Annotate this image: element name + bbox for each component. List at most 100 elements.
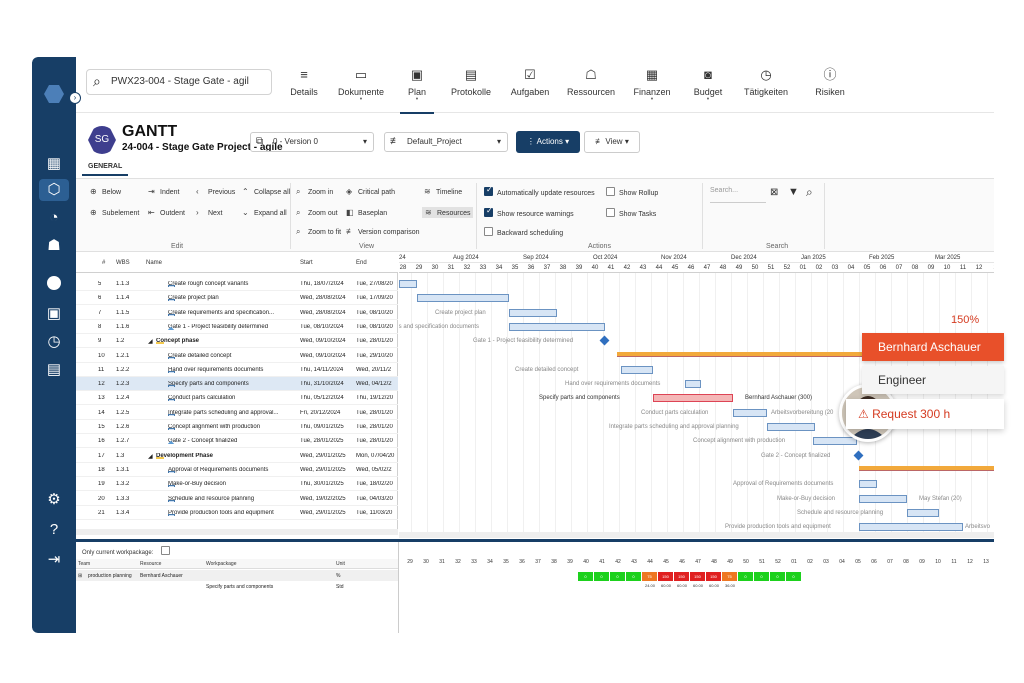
task-bar[interactable] [733, 408, 767, 417]
task-bar[interactable] [813, 437, 857, 446]
table-row[interactable]: 9 1.2 ◢ Concept phase Wed, 09/10/2024 Tue, 28… [76, 334, 398, 349]
backward-scheduling-checkbox[interactable]: Backward scheduling [484, 227, 563, 237]
document-check-icon[interactable]: ▣ [42, 303, 66, 325]
table-row[interactable]: 11 1.2.2 Hand over requirements documents T… [76, 363, 398, 377]
zoom-out-button[interactable]: ⌕ Zoom out [296, 208, 338, 218]
task-bar[interactable] [399, 280, 417, 288]
outdent-button[interactable]: ⇤ Outdent [148, 208, 185, 217]
auto-update-resources-checkbox[interactable]: Automatically update resources [484, 185, 595, 197]
version-select[interactable]: ⧉ 0 - Version 0 ▾ [250, 132, 374, 152]
task-bar[interactable] [417, 294, 509, 303]
request-pill[interactable]: ⚠ Request 300 h [846, 399, 1004, 429]
dashboard-icon[interactable]: ▦ [42, 153, 66, 175]
project-search-input[interactable]: ⌕ PWX23-004 - Stage Gate - agil [86, 69, 272, 95]
nav-protokolle[interactable]: ▤ Protokolle [448, 67, 494, 107]
nav-details[interactable]: ≡ Details [286, 67, 322, 107]
portfolio-icon[interactable]: ⬡ [39, 179, 69, 201]
table-row[interactable]: 19 1.3.2 Make-or-Buy decision Thu, 30/01/20… [76, 477, 398, 492]
task-bar[interactable] [509, 322, 605, 331]
table-row[interactable]: 5 1.1.3 Create rough concept variants Thu, … [76, 277, 398, 291]
col-name[interactable]: Name [146, 260, 162, 266]
col-end[interactable]: End [356, 260, 367, 266]
milestone-marker[interactable] [599, 335, 610, 346]
table-row[interactable]: 16 1.2.7 Gate 2 - Concept finalized Tue, 28… [76, 434, 398, 449]
indent-button[interactable]: ⇥ Indent [148, 187, 179, 196]
resource-row[interactable]: ⊞ production planning Bernhard Aschauer … [76, 570, 398, 581]
table-row[interactable]: 7 1.1.5 Create requirements and specificat… [76, 306, 398, 320]
expand-all-button[interactable]: ⌄ Expand all [242, 208, 287, 217]
filter-icon[interactable]: ▼ [788, 186, 799, 198]
task-bar[interactable] [859, 523, 963, 532]
profile-select[interactable]: ≢ Default_Project ▾ [384, 132, 508, 152]
task-bar[interactable] [509, 308, 557, 317]
previous-button[interactable]: ‹ Previous [196, 187, 235, 196]
table-row[interactable]: 8 1.1.6 Gate 1 - Project feasibility deter… [76, 320, 398, 334]
logout-icon[interactable]: ⇥ [42, 549, 66, 571]
nav-budget[interactable]: ◙ Budget • [688, 67, 728, 107]
nav-finanzen[interactable]: ▦ Finanzen • [630, 67, 674, 107]
stopwatch-icon[interactable]: ◷ [42, 331, 66, 353]
grid-scrollbar[interactable] [76, 529, 398, 535]
view-button[interactable]: ≢ View ▾ [584, 131, 640, 153]
ribbon-search-input[interactable]: Search... [710, 187, 766, 203]
subelement-button[interactable]: ⊕ Subelement [90, 208, 139, 217]
table-row[interactable]: 12 1.2.3 Specify parts and components Thu, … [76, 377, 398, 392]
task-bar[interactable] [859, 494, 907, 503]
collapse-all-button[interactable]: ⌃ Collapse all [242, 187, 290, 196]
only-current-workpackage[interactable]: Only current workpackage: [82, 546, 174, 556]
nav-aufgaben[interactable]: ☑ Aufgaben [508, 67, 552, 107]
calendar-icon[interactable]: ▤ [42, 359, 66, 381]
table-row[interactable]: 10 1.2.1 Create detailed concept Wed, 09/10… [76, 349, 398, 363]
chart-scrollbar[interactable] [399, 532, 994, 538]
task-bar[interactable] [621, 365, 653, 374]
tab-general[interactable]: GENERAL [81, 163, 129, 176]
table-row[interactable]: 17 1.3 ◢ Development Phase Wed, 29/01/2025 Mo… [76, 449, 398, 463]
expand-icon[interactable]: ⊞ [78, 573, 82, 579]
task-bar[interactable] [685, 380, 701, 389]
phase-summary-bar[interactable] [859, 465, 994, 471]
version-comparison-button[interactable]: ≢ Version comparison [346, 227, 419, 236]
search-icon[interactable]: ⌕ [806, 185, 813, 200]
nav-risiken[interactable]: ⓘ Risiken [810, 67, 850, 107]
actions-button[interactable]: ⋮ Actions ▾ [516, 131, 580, 153]
table-row[interactable]: 18 1.3.1 Approval of Requirements document… [76, 463, 398, 477]
milestone-marker[interactable] [853, 450, 864, 461]
show-tasks-checkbox[interactable]: Show Tasks [606, 208, 656, 218]
col-num[interactable]: # [102, 260, 105, 266]
critical-path-button[interactable]: ◈ Critical path [346, 187, 395, 196]
timeline-button[interactable]: ≋ Timeline [424, 187, 462, 196]
overloaded-task-bar[interactable] [653, 394, 733, 403]
nav-ressourcen[interactable]: ☖ Ressourcen [564, 67, 618, 107]
collapse-triangle-icon[interactable]: ◢ [148, 453, 153, 460]
table-row[interactable]: 21 1.3.4 Provide production tools and equi… [76, 506, 398, 520]
baseplan-button[interactable]: ◧ Baseplan [346, 208, 387, 217]
clear-search-icon[interactable]: ⊠ [770, 187, 778, 198]
table-row[interactable]: 14 1.2.5 Integrate parts scheduling and ap… [76, 406, 398, 420]
settings-gear-icon[interactable]: ⚙ [42, 489, 66, 511]
nav-plan[interactable]: ▣ Plan • [400, 67, 434, 114]
task-bar[interactable] [767, 423, 815, 431]
zoom-fit-button[interactable]: ⌕ Zoom to fit [296, 227, 341, 237]
table-row[interactable]: 6 1.1.4 Create project plan Wed, 28/08/2024… [76, 291, 398, 306]
logo-icon[interactable] [44, 84, 64, 104]
col-wbs[interactable]: WBS [116, 260, 130, 266]
workpackage-row[interactable]: Specify parts and components Std [76, 581, 398, 592]
table-row[interactable]: 13 1.2.4 Conduct parts calculation Thu, 05/… [76, 391, 398, 406]
table-row[interactable]: 20 1.3.3 Schedule and resource planning Wed… [76, 492, 398, 506]
zoom-in-button[interactable]: ⌕ Zoom in [296, 187, 333, 197]
table-row[interactable]: 15 1.2.6 Concept alignment with production… [76, 420, 398, 434]
task-bar[interactable] [907, 508, 939, 517]
task-bar[interactable] [859, 480, 877, 489]
below-button[interactable]: ⊕ Below [90, 187, 121, 196]
resources-toggle[interactable]: ≋ Resources [422, 207, 474, 218]
col-start[interactable]: Start [300, 260, 313, 266]
show-resource-warnings-checkbox[interactable]: Show resource warnings [484, 206, 574, 218]
users-icon[interactable]: ☗ [42, 235, 66, 257]
profile-avatar-icon[interactable] [42, 275, 66, 297]
next-button[interactable]: › Next [196, 208, 222, 217]
nav-dokumente[interactable]: ▭ Dokumente • [338, 67, 384, 107]
analytics-icon[interactable]: ◔ [42, 207, 66, 229]
show-rollup-checkbox[interactable]: Show Rollup [606, 187, 658, 197]
collapse-triangle-icon[interactable]: ◢ [148, 338, 153, 345]
nav-taetigkeiten[interactable]: ◷ Tätigkeiten [740, 67, 792, 107]
